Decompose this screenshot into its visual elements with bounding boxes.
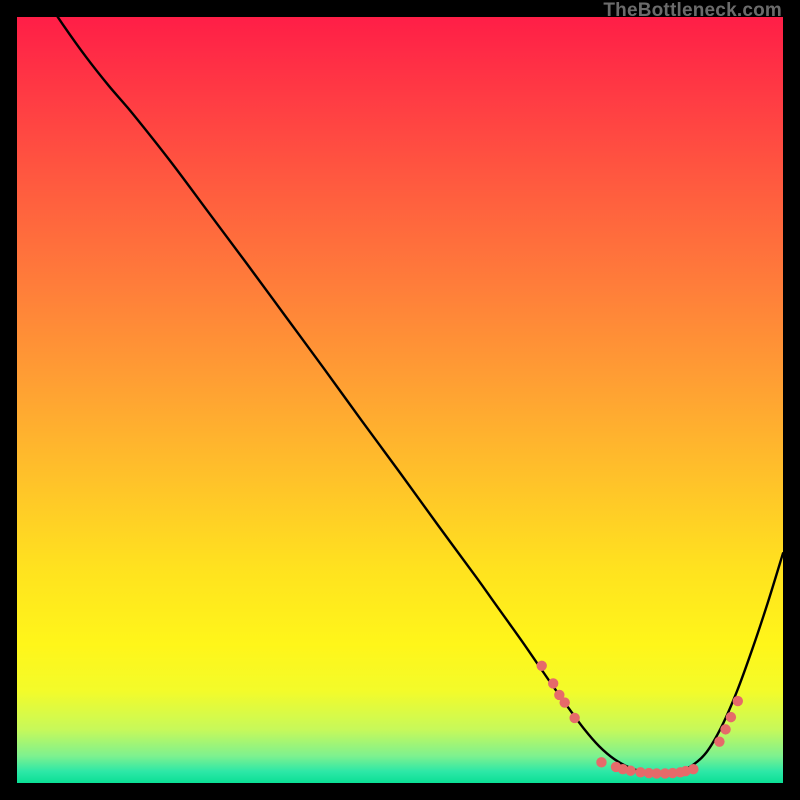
highlight-dot (559, 697, 569, 707)
gradient-background (17, 17, 783, 783)
chart-svg (17, 17, 783, 783)
highlight-dot (625, 766, 635, 776)
highlight-dot (596, 757, 606, 767)
highlight-dot (726, 712, 736, 722)
chart-frame: TheBottleneck.com (0, 0, 800, 800)
highlight-dot (714, 736, 724, 746)
highlight-dot (569, 713, 579, 723)
highlight-dot (733, 696, 743, 706)
highlight-dot (537, 661, 547, 671)
highlight-dot (720, 724, 730, 734)
watermark-text: TheBottleneck.com (603, 0, 782, 22)
chart-plot-area (17, 17, 783, 783)
highlight-dot (548, 678, 558, 688)
highlight-dot (688, 764, 698, 774)
